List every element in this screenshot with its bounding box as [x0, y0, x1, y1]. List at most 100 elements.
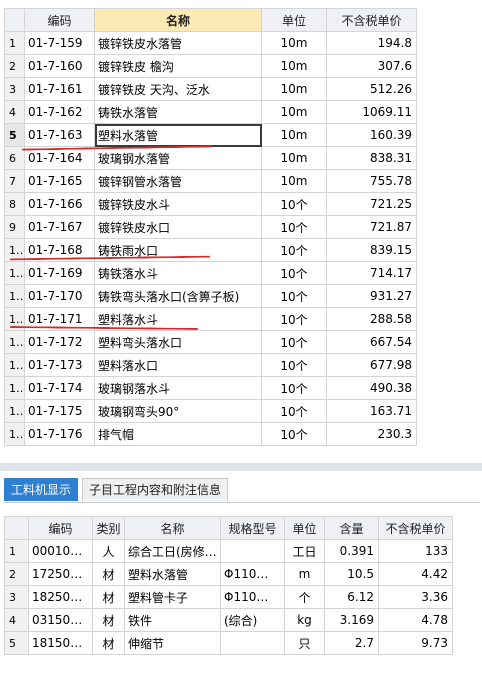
row-price[interactable]: 230.3 — [326, 422, 417, 446]
header-code[interactable]: 编码 — [24, 8, 95, 32]
row-name[interactable]: 玻璃钢落水斗 — [94, 376, 262, 400]
row-price[interactable]: 194.8 — [326, 31, 417, 55]
row-code[interactable]: 01-7-169 — [24, 261, 95, 285]
quota-row[interactable]: 8 01-7-166 镀锌铁皮水斗 10个 721.25 — [4, 192, 417, 216]
row-price[interactable]: 512.26 — [326, 77, 417, 101]
row-price[interactable]: 721.87 — [326, 215, 417, 239]
row-code[interactable]: 01-7-163 — [24, 123, 95, 147]
row-price[interactable]: 4.42 — [378, 562, 453, 586]
material-row[interactable]: 1 00010010 人综合工日(房修… 工日 0.391 133 — [4, 539, 453, 563]
row-category[interactable]: 材 — [92, 608, 125, 632]
row-unit[interactable]: 10个 — [261, 422, 327, 446]
row-code[interactable]: 01-7-174 — [24, 376, 95, 400]
row-quantity[interactable]: 2.7 — [324, 631, 379, 655]
row-unit[interactable]: kg — [284, 608, 325, 632]
header-spec[interactable]: 规格型号 — [220, 516, 285, 540]
panel-divider[interactable] — [0, 463, 482, 471]
row-category[interactable]: 人 — [92, 539, 125, 563]
row-unit[interactable]: 10个 — [261, 353, 327, 377]
row-quantity[interactable]: 10.5 — [324, 562, 379, 586]
row-code[interactable]: 01-7-160 — [24, 54, 95, 78]
row-name[interactable]: 镀锌铁皮水落管 — [94, 31, 262, 55]
quota-row[interactable]: 15 01-7-173 塑料落水口 10个 677.98 — [4, 353, 417, 377]
row-code[interactable]: 17250096 — [28, 562, 93, 586]
row-name[interactable]: 塑料弯头落水口 — [94, 330, 262, 354]
row-price[interactable]: 9.73 — [378, 631, 453, 655]
row-name[interactable]: 铸铁落水斗 — [94, 261, 262, 285]
row-unit[interactable]: 10m — [261, 169, 327, 193]
row-code[interactable]: 18150329 — [28, 631, 93, 655]
row-name[interactable]: 玻璃钢水落管 — [94, 146, 262, 170]
quota-row[interactable]: 9 01-7-167 镀锌铁皮水口 10个 721.87 — [4, 215, 417, 239]
row-price[interactable]: 714.17 — [326, 261, 417, 285]
quota-row[interactable]: 4 01-7-162 铸铁水落管 10m 1069.11 — [4, 100, 417, 124]
row-spec[interactable]: (综合) — [220, 608, 285, 632]
row-code[interactable]: 03150905 — [28, 608, 93, 632]
row-code[interactable]: 01-7-176 — [24, 422, 95, 446]
row-name[interactable]: 塑料管卡子 — [124, 585, 221, 609]
quota-row[interactable]: 3 01-7-161 镀锌铁皮 天沟、泛水 10m 512.26 — [4, 77, 417, 101]
row-name[interactable]: 镀锌铁皮水斗 — [94, 192, 262, 216]
row-unit[interactable]: 10个 — [261, 192, 327, 216]
material-row[interactable]: 3 18250020 材塑料管卡子 Φ110… 个 6.12 3.36 — [4, 585, 453, 609]
row-quantity[interactable]: 3.169 — [324, 608, 379, 632]
row-code[interactable]: 01-7-161 — [24, 77, 95, 101]
row-spec[interactable]: Φ110… — [220, 562, 285, 586]
row-unit[interactable]: 工日 — [284, 539, 325, 563]
row-code[interactable]: 01-7-159 — [24, 31, 95, 55]
row-code[interactable]: 01-7-173 — [24, 353, 95, 377]
row-code[interactable]: 01-7-162 — [24, 100, 95, 124]
row-price[interactable]: 160.39 — [326, 123, 417, 147]
header-quantity[interactable]: 含量 — [324, 516, 379, 540]
row-price[interactable]: 1069.11 — [326, 100, 417, 124]
quota-row[interactable]: 5 01-7-163 塑料水落管 10m 160.39 — [4, 123, 417, 147]
row-price[interactable]: 677.98 — [326, 353, 417, 377]
quota-row[interactable]: 14 01-7-172 塑料弯头落水口 10个 667.54 — [4, 330, 417, 354]
row-name[interactable]: 塑料水落管 — [94, 123, 262, 147]
row-category[interactable]: 材 — [92, 562, 125, 586]
row-unit[interactable]: 10个 — [261, 215, 327, 239]
row-price[interactable]: 133 — [378, 539, 453, 563]
row-unit[interactable]: 10m — [261, 100, 327, 124]
row-price[interactable]: 163.71 — [326, 399, 417, 423]
tab-work-content[interactable]: 子目工程内容和附注信息 — [82, 478, 229, 501]
quota-row[interactable]: 12 01-7-170 铸铁弯头落水口(含箅子板) 10个 931.27 — [4, 284, 417, 308]
row-price[interactable]: 307.6 — [326, 54, 417, 78]
row-unit[interactable]: 只 — [284, 631, 325, 655]
row-code[interactable]: 01-7-167 — [24, 215, 95, 239]
row-name[interactable]: 铁件 — [124, 608, 221, 632]
row-name[interactable]: 塑料落水口 — [94, 353, 262, 377]
row-code[interactable]: 18250020 — [28, 585, 93, 609]
row-spec[interactable]: Φ110… — [220, 585, 285, 609]
quota-row[interactable]: 18 01-7-176 排气帽 10个 230.3 — [4, 422, 417, 446]
row-code[interactable]: 01-7-175 — [24, 399, 95, 423]
quota-row[interactable]: 2 01-7-160 镀锌铁皮 檐沟 10m 307.6 — [4, 54, 417, 78]
row-unit[interactable]: 10个 — [261, 307, 327, 331]
header-name[interactable]: 名称 — [94, 8, 262, 32]
row-spec[interactable] — [220, 631, 285, 655]
quota-row[interactable]: 6 01-7-164 玻璃钢水落管 10m 838.31 — [4, 146, 417, 170]
row-unit[interactable]: 10m — [261, 146, 327, 170]
row-price[interactable]: 667.54 — [326, 330, 417, 354]
header-category[interactable]: 类别 — [92, 516, 125, 540]
row-name[interactable]: 塑料水落管 — [124, 562, 221, 586]
row-unit[interactable]: 10个 — [261, 376, 327, 400]
quota-row[interactable]: 1 01-7-159 镀锌铁皮水落管 10m 194.8 — [4, 31, 417, 55]
row-name[interactable]: 排气帽 — [94, 422, 262, 446]
row-unit[interactable]: 10个 — [261, 261, 327, 285]
row-name[interactable]: 玻璃钢弯头90° — [94, 399, 262, 423]
row-code[interactable]: 01-7-170 — [24, 284, 95, 308]
row-price[interactable]: 3.36 — [378, 585, 453, 609]
row-unit[interactable]: 10m — [261, 123, 327, 147]
row-name[interactable]: 铸铁弯头落水口(含箅子板) — [94, 284, 262, 308]
row-code[interactable]: 01-7-166 — [24, 192, 95, 216]
row-name[interactable]: 综合工日(房修… — [124, 539, 221, 563]
material-row[interactable]: 2 17250096 材塑料水落管 Φ110… m 10.5 4.42 — [4, 562, 453, 586]
header-unit[interactable]: 单位 — [261, 8, 327, 32]
quota-row[interactable]: 17 01-7-175 玻璃钢弯头90° 10个 163.71 — [4, 399, 417, 423]
quota-row[interactable]: 11 01-7-169 铸铁落水斗 10个 714.17 — [4, 261, 417, 285]
row-code[interactable]: 00010010 — [28, 539, 93, 563]
row-unit[interactable]: 10个 — [261, 284, 327, 308]
row-price[interactable]: 721.25 — [326, 192, 417, 216]
row-price[interactable]: 4.78 — [378, 608, 453, 632]
